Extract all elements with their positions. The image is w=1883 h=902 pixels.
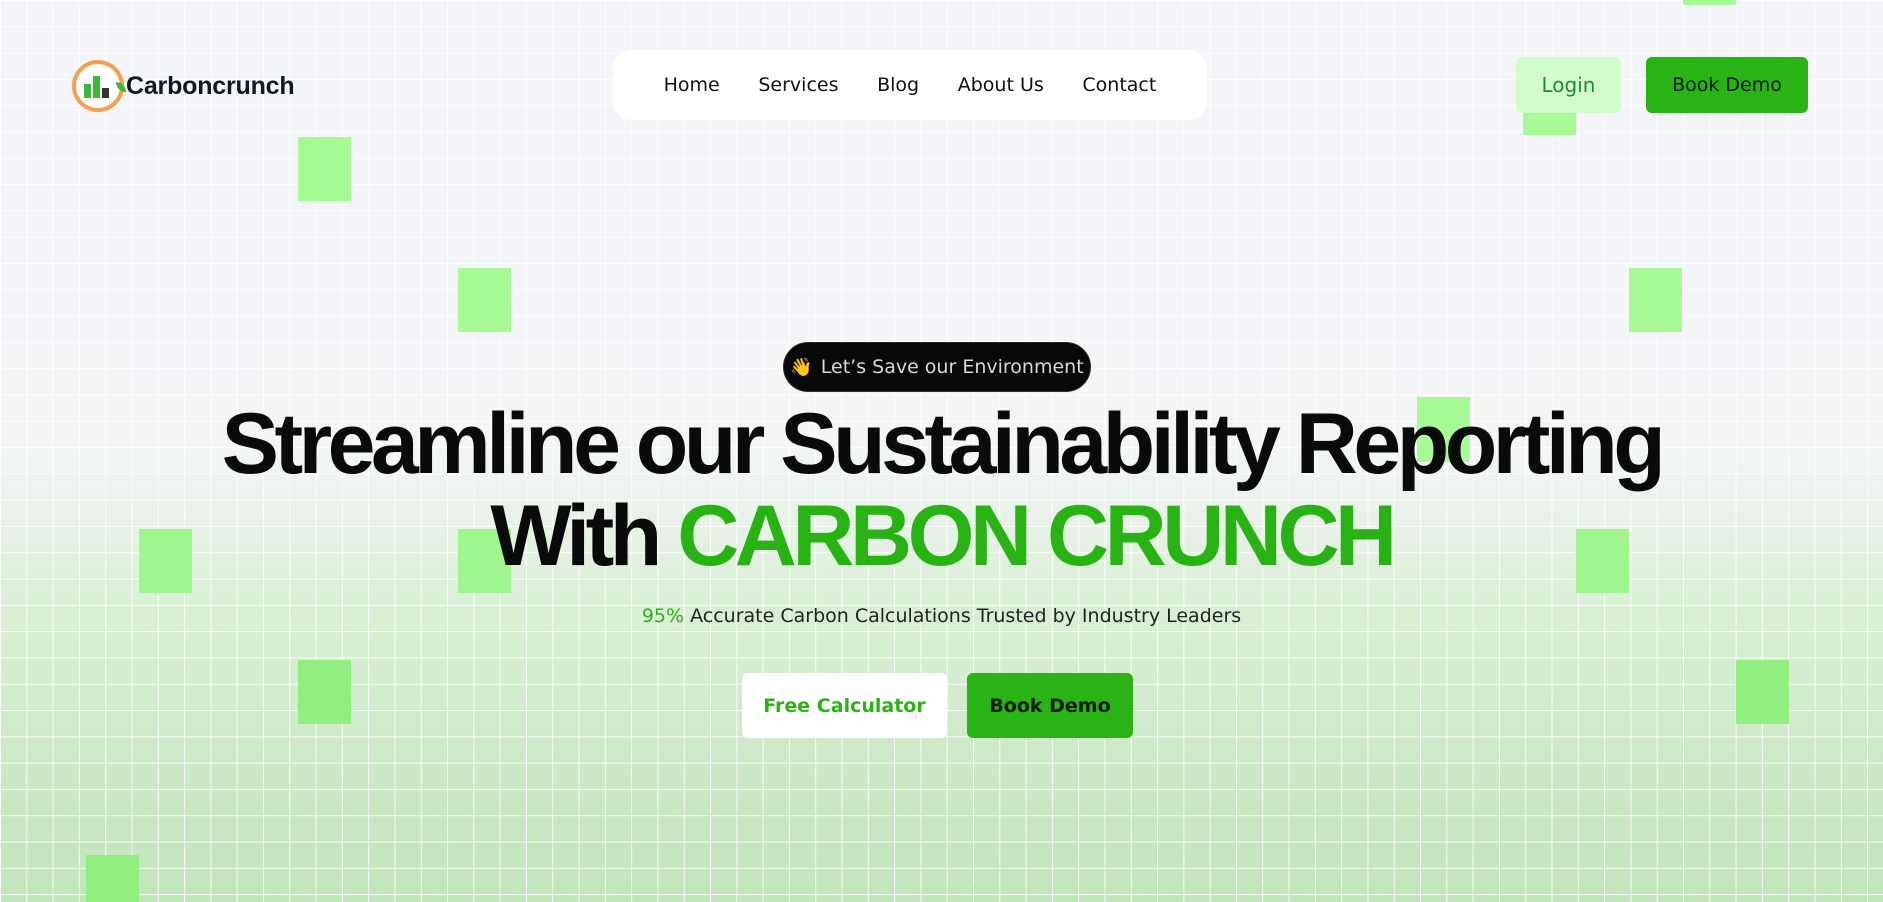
brand-logo[interactable]: Carboncrunch xyxy=(72,60,295,112)
decor-square xyxy=(1683,0,1736,5)
book-demo-hero-button[interactable]: Book Demo xyxy=(967,673,1133,738)
decor-square xyxy=(1629,268,1682,332)
decor-square xyxy=(86,855,139,902)
environment-pill: 👋 Let’s Save our Environment xyxy=(783,342,1091,392)
free-calculator-button[interactable]: Free Calculator xyxy=(742,673,947,738)
headline-line-2-prefix: With xyxy=(490,488,678,584)
login-button[interactable]: Login xyxy=(1516,57,1621,113)
decor-square xyxy=(298,137,351,201)
accuracy-percent: 95% xyxy=(641,605,685,627)
nav-item-contact[interactable]: Contact xyxy=(1082,74,1156,96)
waving-hand-icon: 👋 xyxy=(790,356,813,378)
brand-name: Carboncrunch xyxy=(126,71,295,100)
decor-square xyxy=(458,268,511,332)
main-nav: Home Services Blog About Us Contact xyxy=(613,50,1207,120)
book-demo-header-button[interactable]: Book Demo xyxy=(1646,57,1808,113)
nav-item-blog[interactable]: Blog xyxy=(877,74,919,96)
headline-brand-accent: CARBON CRUNCH xyxy=(677,488,1397,584)
headline-line-1: Streamline our Sustainability Reporting xyxy=(221,396,1666,492)
decor-square xyxy=(1523,110,1576,135)
pill-text: Let’s Save our Environment xyxy=(820,356,1084,378)
nav-item-services[interactable]: Services xyxy=(758,74,838,96)
nav-item-about-us[interactable]: About Us xyxy=(958,74,1044,96)
subtitle-text: Accurate Carbon Calculations Trusted by … xyxy=(684,605,1242,627)
carbon-chart-logo-icon xyxy=(72,60,126,112)
hero-subtitle: 95% Accurate Carbon Calculations Trusted… xyxy=(0,605,1883,627)
nav-item-home[interactable]: Home xyxy=(664,74,720,96)
hero-headline: Streamline our Sustainability Reporting … xyxy=(0,398,1883,582)
decor-square xyxy=(1736,660,1789,724)
decor-square xyxy=(298,660,351,724)
